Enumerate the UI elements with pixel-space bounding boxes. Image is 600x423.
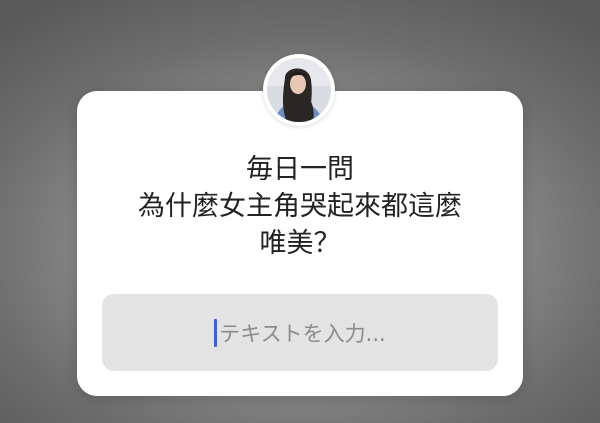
- question-line-1: 為什麼女主角哭起來都這麼: [138, 191, 462, 222]
- question-title: 毎日一問: [246, 154, 354, 185]
- question-sticker: 毎日一問 為什麼女主角哭起來都這麼 唯美？ テキストを入力...: [77, 91, 523, 396]
- question-line-2: 唯美？: [259, 228, 341, 259]
- profile-photo-icon: [267, 58, 331, 122]
- avatar[interactable]: [263, 54, 335, 126]
- text-caret: [214, 318, 218, 347]
- question-text: 毎日一問 為什麼女主角哭起來都這麼 唯美？: [77, 151, 523, 262]
- answer-placeholder: テキストを入力...: [219, 321, 386, 346]
- answer-input[interactable]: テキストを入力...: [102, 294, 498, 371]
